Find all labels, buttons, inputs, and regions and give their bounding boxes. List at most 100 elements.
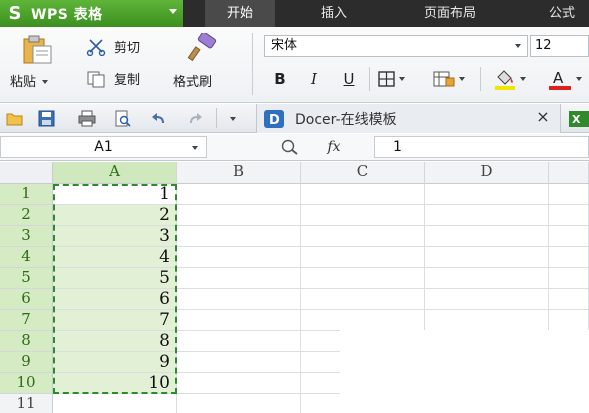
cell[interactable] xyxy=(301,205,425,226)
cell[interactable] xyxy=(425,184,549,205)
insert-function-button[interactable]: fx xyxy=(322,136,346,158)
paste-icon[interactable] xyxy=(18,35,58,65)
cell[interactable] xyxy=(425,268,549,289)
column-header[interactable]: D xyxy=(425,162,549,184)
cell[interactable] xyxy=(177,184,301,205)
tab-page-layout[interactable]: 页面布局 xyxy=(392,0,508,27)
row-header[interactable]: 5 xyxy=(0,268,53,289)
cell[interactable] xyxy=(425,289,549,310)
cell[interactable] xyxy=(549,289,589,310)
cut-button[interactable]: 剪切 xyxy=(86,37,140,56)
spreadsheet-tab-icon[interactable]: X xyxy=(568,110,589,128)
cell[interactable]: 9 xyxy=(53,352,177,373)
name-box[interactable]: A1 xyxy=(0,136,207,158)
format-painter-button[interactable]: 格式刷 xyxy=(173,71,212,90)
copy-button[interactable]: 复制 xyxy=(86,69,140,88)
document-tab[interactable]: D Docer-在线模板 xyxy=(256,104,561,133)
name-box-value: A1 xyxy=(94,139,113,155)
cell[interactable]: 2 xyxy=(53,205,177,226)
cell[interactable] xyxy=(177,352,301,373)
column-header[interactable]: B xyxy=(177,162,301,184)
save-icon[interactable] xyxy=(38,110,56,127)
cell[interactable] xyxy=(177,310,301,331)
row-header[interactable]: 11 xyxy=(0,394,53,413)
cell[interactable]: 8 xyxy=(53,331,177,352)
cell[interactable] xyxy=(177,247,301,268)
cell[interactable] xyxy=(177,289,301,310)
font-name-select[interactable]: 宋体 xyxy=(264,35,528,57)
cell[interactable]: 10 xyxy=(53,373,177,394)
format-painter-label: 格式刷 xyxy=(173,75,213,90)
wps-menu-button[interactable]: S WPS 表格 xyxy=(0,0,183,27)
cell[interactable] xyxy=(53,394,177,413)
undo-icon[interactable] xyxy=(150,110,168,127)
italic-button[interactable]: I xyxy=(302,67,326,91)
cell[interactable] xyxy=(549,184,589,205)
cell[interactable] xyxy=(549,268,589,289)
cell[interactable]: 7 xyxy=(53,310,177,331)
svg-text:X: X xyxy=(572,113,581,126)
open-folder-icon[interactable] xyxy=(6,110,24,127)
borders-button[interactable] xyxy=(376,67,406,91)
bold-button[interactable]: B xyxy=(268,67,292,91)
cell[interactable] xyxy=(549,247,589,268)
row-header[interactable]: 6 xyxy=(0,289,53,310)
select-all-corner[interactable] xyxy=(0,162,53,184)
column-header[interactable]: C xyxy=(301,162,425,184)
fill-color-button[interactable] xyxy=(486,67,532,91)
paste-button[interactable]: 粘贴 xyxy=(10,71,49,90)
column-header[interactable] xyxy=(549,162,589,184)
cell[interactable] xyxy=(301,310,425,331)
tab-formulas[interactable]: 公式 xyxy=(535,0,589,27)
redo-icon[interactable] xyxy=(186,110,204,127)
column-header[interactable]: A xyxy=(53,162,177,184)
cell[interactable]: 1 xyxy=(53,184,177,205)
tab-home[interactable]: 开始 xyxy=(205,0,275,27)
cell[interactable] xyxy=(301,289,425,310)
cell[interactable] xyxy=(301,226,425,247)
format-painter-icon[interactable] xyxy=(186,33,220,63)
row-header[interactable]: 10 xyxy=(0,373,53,394)
print-preview-icon[interactable] xyxy=(114,110,132,127)
cell[interactable] xyxy=(177,394,301,413)
cell[interactable] xyxy=(177,205,301,226)
row-header[interactable]: 2 xyxy=(0,205,53,226)
ribbon-divider xyxy=(252,33,253,95)
cell[interactable] xyxy=(177,268,301,289)
cell[interactable] xyxy=(177,226,301,247)
font-size-select[interactable]: 12 xyxy=(530,35,589,57)
title-tab-bar: S WPS 表格 开始 插入 页面布局 公式 xyxy=(0,0,589,27)
cell[interactable] xyxy=(549,226,589,247)
search-icon[interactable] xyxy=(280,138,300,156)
formula-input[interactable]: 1 xyxy=(374,136,589,158)
cell[interactable] xyxy=(301,247,425,268)
cell[interactable]: 5 xyxy=(53,268,177,289)
row-header[interactable]: 4 xyxy=(0,247,53,268)
row-header[interactable]: 9 xyxy=(0,352,53,373)
tab-insert[interactable]: 插入 xyxy=(290,0,378,27)
cell[interactable] xyxy=(549,310,589,331)
cell[interactable] xyxy=(301,268,425,289)
close-icon[interactable]: × xyxy=(535,109,551,125)
cell[interactable] xyxy=(177,373,301,394)
cell[interactable] xyxy=(425,205,549,226)
cell[interactable] xyxy=(425,310,549,331)
cell[interactable] xyxy=(425,247,549,268)
cell[interactable]: 4 xyxy=(53,247,177,268)
cell[interactable] xyxy=(549,205,589,226)
row-header[interactable]: 8 xyxy=(0,331,53,352)
cell[interactable]: 3 xyxy=(53,226,177,247)
cell[interactable] xyxy=(301,184,425,205)
row-header[interactable]: 3 xyxy=(0,226,53,247)
underline-button[interactable]: U xyxy=(336,67,362,91)
row-header[interactable]: 1 xyxy=(0,184,53,205)
print-icon[interactable] xyxy=(78,110,96,127)
cell-style-button[interactable] xyxy=(426,67,470,91)
font-color-button[interactable]: A xyxy=(540,67,589,91)
cell[interactable] xyxy=(425,226,549,247)
cell[interactable]: 6 xyxy=(53,289,177,310)
cell[interactable] xyxy=(177,331,301,352)
chevron-down-icon[interactable] xyxy=(230,117,236,121)
formula-bar: A1 fx 1 xyxy=(0,134,589,161)
row-header[interactable]: 7 xyxy=(0,310,53,331)
